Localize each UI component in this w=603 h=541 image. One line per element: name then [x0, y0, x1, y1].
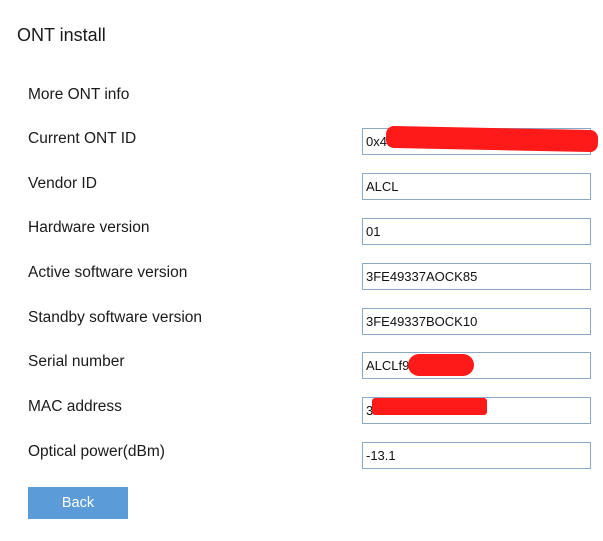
serial-number-label: Serial number: [28, 353, 125, 370]
mac-address-label: MAC address: [28, 398, 122, 415]
page-title: ONT install: [17, 25, 106, 45]
active-software-version-field[interactable]: [362, 263, 591, 290]
mac-address-field[interactable]: [362, 397, 591, 424]
current-ont-id-field[interactable]: [362, 128, 591, 155]
standby-software-version-label: Standby software version: [28, 309, 203, 326]
vendor-id-field[interactable]: [362, 173, 591, 200]
vendor-id-label: Vendor ID: [28, 175, 97, 192]
standby-software-version-field[interactable]: [362, 308, 591, 335]
hardware-version-label: Hardware version: [28, 219, 150, 236]
section-title: More ONT info: [28, 86, 130, 103]
serial-number-field[interactable]: [362, 352, 591, 379]
current-ont-id-label: Current ONT ID: [28, 130, 137, 147]
optical-power-label: Optical power(dBm): [28, 443, 165, 460]
active-software-version-label: Active software version: [28, 264, 188, 281]
back-button[interactable]: Back: [28, 487, 128, 519]
hardware-version-field[interactable]: [362, 218, 591, 245]
optical-power-field[interactable]: [362, 442, 591, 469]
